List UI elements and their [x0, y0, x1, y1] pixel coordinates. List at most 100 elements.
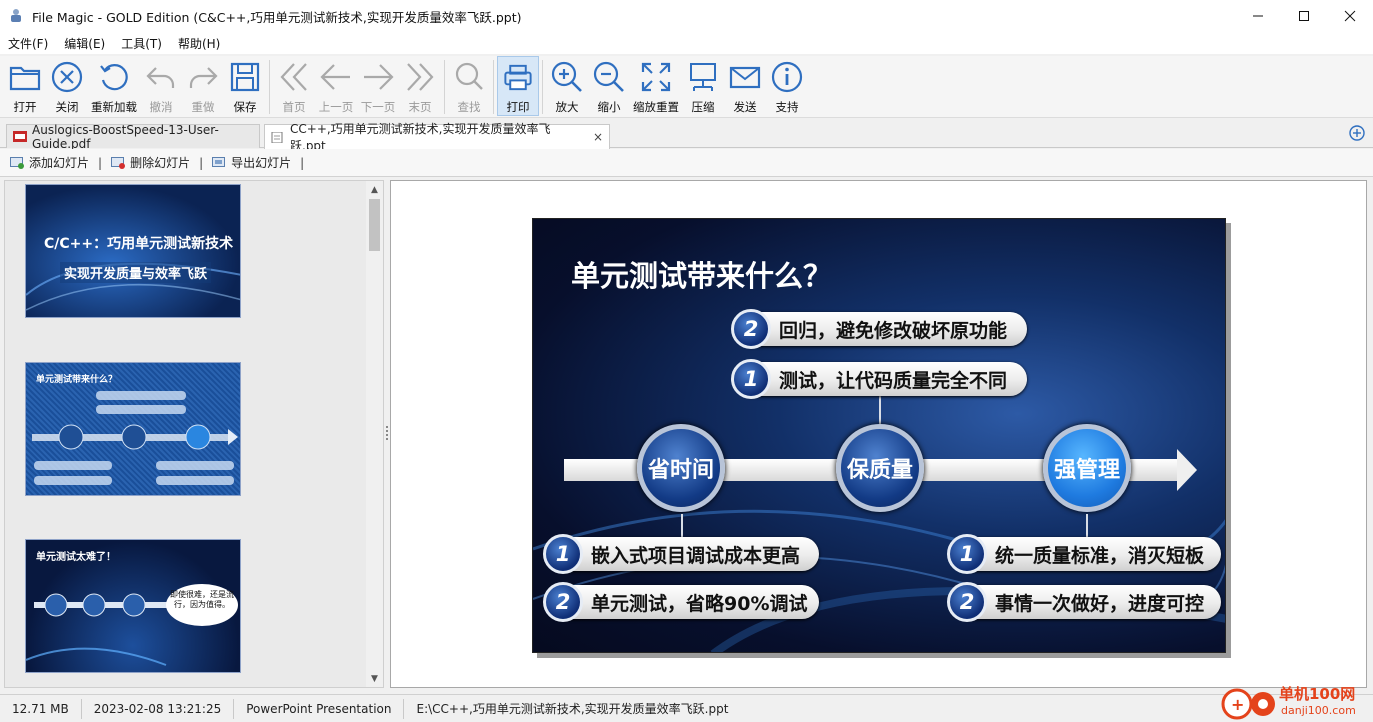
connector-line — [681, 514, 683, 538]
close-window-button[interactable] — [1327, 0, 1373, 32]
print-button[interactable]: 打印 — [497, 56, 539, 116]
right-item-1: 1 统一质量标准，消灭短板 — [947, 534, 1221, 574]
add-slide-button[interactable]: 添加幻灯片 — [10, 154, 89, 171]
watermark-name: 单机100网 — [1279, 685, 1356, 703]
slide-thumbnail-1[interactable]: C/C++：巧用单元测试新技术 实现开发质量与效率飞跃 — [25, 184, 241, 318]
scroll-up-icon[interactable]: ▲ — [366, 181, 383, 198]
svg-text:+: + — [1231, 695, 1244, 714]
item-text: 嵌入式项目调试成本更高 — [591, 544, 801, 567]
menu-help[interactable]: 帮助(H) — [170, 35, 228, 52]
item-text: 回归，避免修改破坏原功能 — [779, 319, 1008, 342]
tab-close-icon[interactable]: × — [593, 130, 603, 144]
slidebar-divider: | — [199, 155, 204, 170]
prev-page-button[interactable]: 上一页 — [315, 56, 357, 115]
undo-icon — [146, 67, 175, 88]
left-item-2: 2 单元测试，省略90%调试 — [543, 582, 819, 622]
open-button[interactable]: 打开 — [4, 56, 46, 115]
fit-screen-icon — [641, 62, 671, 92]
number-badge: 1 — [731, 359, 771, 399]
zoom-out-icon — [593, 61, 624, 92]
redo-button[interactable]: 重做 — [182, 56, 224, 115]
minimize-button[interactable] — [1235, 0, 1281, 32]
arrow-right-icon — [364, 64, 394, 90]
slide-thumbnail-2[interactable]: 单元测试带来什么？ — [25, 362, 241, 496]
item-text: 统一质量标准，消灭短板 — [995, 544, 1205, 567]
item-text: 测试，让代码质量完全不同 — [779, 369, 1008, 392]
delete-slide-icon — [111, 156, 126, 169]
watermark-logo-icon: + — [1221, 688, 1275, 720]
number-badge: 2 — [731, 309, 771, 349]
item-text: 事情一次做好，进度可控 — [995, 592, 1205, 615]
compress-icon — [690, 63, 716, 91]
watermark-url: danji100.com — [1281, 704, 1356, 717]
tab-ppt[interactable]: CC++,巧用单元测试新技术,实现开发质量效率飞跃.ppt × — [264, 122, 610, 153]
info-icon — [771, 61, 803, 93]
slide-thumbnail-3[interactable]: 单元测试太难了！ 即使很难，还是流行，因为值得。 — [25, 539, 241, 673]
title-bar: File Magic - GOLD Edition (C&C++,巧用单元测试新… — [0, 0, 1373, 32]
toolbar-divider — [269, 60, 270, 114]
connector-line — [1086, 514, 1088, 538]
bubble-management: 强管理 — [1043, 424, 1131, 512]
folder-icon — [9, 66, 41, 91]
add-tab-icon[interactable] — [1349, 125, 1365, 141]
undo-button[interactable]: 撤消 — [140, 56, 182, 115]
thumbnail-speech-bubble: 即使很难，还是流行，因为值得。 — [166, 584, 238, 626]
top-item-1: 2 回归，避免修改破坏原功能 — [731, 309, 1027, 349]
window-title: File Magic - GOLD Edition (C&C++,巧用单元测试新… — [32, 9, 522, 25]
thumbnail-title: C/C++：巧用单元测试新技术 — [44, 236, 234, 252]
scroll-down-icon[interactable]: ▼ — [366, 670, 383, 687]
bubble-save-time: 省时间 — [637, 424, 725, 512]
top-item-2: 1 测试，让代码质量完全不同 — [731, 359, 1027, 399]
current-slide: 单元测试带来什么？ 2 回归，避免修改破坏原功能 1 测试，让代码质量完全不同 … — [532, 218, 1226, 653]
zoom-out-button[interactable]: 缩小 — [588, 56, 630, 115]
last-page-button[interactable]: 末页 — [399, 56, 441, 115]
menu-file[interactable]: 文件(F) — [0, 35, 56, 52]
arrow-left-icon — [320, 64, 350, 90]
find-button[interactable]: 查找 — [448, 56, 490, 115]
menu-tools[interactable]: 工具(T) — [113, 35, 170, 52]
thumbnail-diagram — [32, 391, 238, 485]
slide-title: 单元测试带来什么？ — [571, 259, 833, 293]
right-item-2: 2 事情一次做好，进度可控 — [947, 582, 1221, 622]
main-toolbar: 打开 关闭 重新加载 撤消 重做 保存 首页 上一页 下一页 末页 查找 打印 … — [0, 56, 1373, 118]
thumbnail-subtitle: 实现开发质量与效率飞跃 — [60, 262, 212, 283]
toolbar-divider — [493, 60, 494, 114]
document-tabs: Auslogics-BoostSpeed-13-User-Guide.pdf C… — [0, 122, 1373, 153]
close-button[interactable]: 关闭 — [46, 56, 88, 115]
zoom-reset-button[interactable]: 缩放重置 — [630, 56, 682, 115]
next-page-button[interactable]: 下一页 — [357, 56, 399, 115]
site-watermark: + 单机100网 danji100.com — [1221, 682, 1369, 722]
support-button[interactable]: 支持 — [766, 56, 808, 115]
arrow-head-icon — [1177, 449, 1197, 491]
toolbar-divider — [444, 60, 445, 114]
compress-button[interactable]: 压缩 — [682, 56, 724, 115]
item-text: 单元测试，省略90%调试 — [591, 592, 808, 615]
pdf-file-icon — [13, 131, 27, 142]
reload-button[interactable]: 重新加载 — [88, 56, 140, 115]
status-file-size: 12.71 MB — [12, 701, 69, 716]
slide-viewer: 单元测试带来什么？ 2 回归，避免修改破坏原功能 1 测试，让代码质量完全不同 … — [390, 180, 1367, 688]
scrollbar-thumb[interactable] — [369, 199, 380, 251]
status-bar: 12.71 MB 2023-02-08 13:21:25 PowerPoint … — [0, 694, 1373, 722]
zoom-in-button[interactable]: 放大 — [546, 56, 588, 115]
slidebar-divider: | — [300, 155, 305, 170]
thumbnails-scrollbar[interactable]: ▲ ▼ — [366, 181, 383, 687]
close-circle-icon — [51, 61, 83, 93]
first-page-button[interactable]: 首页 — [273, 56, 315, 115]
splitter-grip-icon[interactable] — [386, 426, 388, 440]
delete-slide-button[interactable]: 删除幻灯片 — [111, 154, 190, 171]
export-slide-button[interactable]: 导出幻灯片 — [212, 154, 291, 171]
document-file-icon — [271, 131, 285, 143]
tab-pdf[interactable]: Auslogics-BoostSpeed-13-User-Guide.pdf — [6, 123, 260, 151]
send-button[interactable]: 发送 — [724, 56, 766, 115]
add-slide-icon — [10, 156, 24, 169]
menu-edit[interactable]: 编辑(E) — [56, 35, 113, 52]
slide-toolbar: 添加幻灯片 | 删除幻灯片 | 导出幻灯片 | — [0, 149, 1373, 177]
maximize-button[interactable] — [1281, 0, 1327, 32]
toolbar-divider — [542, 60, 543, 114]
save-button[interactable]: 保存 — [224, 56, 266, 115]
search-icon — [455, 62, 483, 90]
mail-icon — [729, 66, 761, 89]
number-badge: 2 — [947, 582, 987, 622]
left-item-1: 1 嵌入式项目调试成本更高 — [543, 534, 819, 574]
